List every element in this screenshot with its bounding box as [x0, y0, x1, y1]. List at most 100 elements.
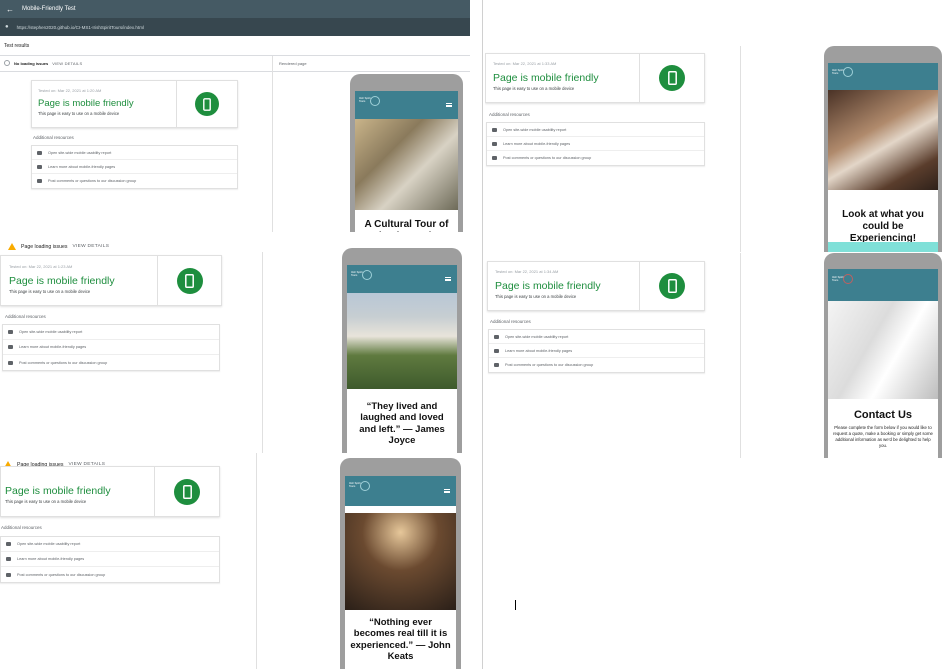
resources-list: Open site-wide mobile usability report L…	[488, 329, 705, 373]
site-navbar: Irish Spirit Tours	[355, 91, 458, 119]
rendered-screen: Irish Spirit Tours Look at what you coul…	[828, 63, 938, 252]
result-title: Page is mobile friendly	[495, 280, 601, 292]
result-card: Tested on: Mar 22, 2021 at 1:34 AM Page …	[487, 261, 705, 311]
additional-resources-heading: Additional resources	[489, 112, 530, 117]
result-title: Page is mobile friendly	[9, 275, 115, 287]
resource-learn-more[interactable]: Learn more about mobile-friendly pages	[489, 344, 704, 358]
resource-learn-more[interactable]: Learn more about mobile-friendly pages	[487, 137, 704, 151]
test-results-heading: Test results	[4, 43, 30, 49]
forum-icon	[37, 179, 42, 183]
text-cursor	[515, 600, 516, 610]
hero-photo	[345, 513, 456, 610]
resource-usability-report[interactable]: Open site-wide mobile usability report	[1, 537, 219, 552]
report-icon	[6, 542, 11, 546]
report-icon	[8, 330, 13, 334]
page-loading-issues-label: Page loading issues	[21, 243, 68, 250]
resources-list: Open site-wide mobile usability report L…	[486, 122, 705, 166]
back-arrow-icon[interactable]: ←	[6, 5, 14, 14]
school-icon	[6, 557, 11, 561]
additional-resources-heading: Additional resources	[490, 319, 531, 324]
rendered-phone-frame: Irish Spirit Tours Look at what you coul…	[824, 46, 942, 252]
rendered-screen: Irish Spirit Tours A Cultural Tour of Ir…	[355, 91, 458, 248]
forum-icon	[8, 360, 13, 365]
hero-heading: Contact Us	[853, 409, 913, 421]
result-panel-4: Tested on: Mar 22, 2021 at 1:33 AM Page …	[485, 46, 942, 252]
mobile-phone-icon	[659, 273, 685, 299]
check-circle-icon	[4, 60, 10, 66]
resource-usability-report[interactable]: Open site-wide mobile usability report	[32, 146, 237, 160]
result-card: Tested on: Mar 22, 2021 at 1:33 AM Page …	[485, 53, 705, 103]
school-icon	[494, 348, 499, 353]
page-loading-issues: Page loading issues VIEW DETAILS	[4, 241, 114, 252]
result-title: Page is mobile friendly	[38, 98, 134, 109]
tested-url: https://stephen2020.github.io/CI-MS1-Iri…	[16, 24, 144, 30]
resource-discussion-group[interactable]: Post comments or questions to our discus…	[3, 355, 219, 370]
teal-strip	[828, 242, 938, 252]
school-icon	[8, 345, 13, 349]
result-card: Tested on: Mar 22, 2021 at 1:20 AM Page …	[31, 80, 238, 128]
resource-learn-more[interactable]: Learn more about mobile-friendly pages	[3, 340, 219, 355]
resource-discussion-group[interactable]: Post comments or questions to our discus…	[489, 358, 704, 372]
additional-resources-heading: Additional resources	[33, 135, 74, 140]
hero-photo	[828, 90, 938, 190]
forum-icon	[6, 572, 11, 577]
resource-usability-report[interactable]: Open site-wide mobile usability report	[489, 330, 704, 344]
additional-resources-heading: Additional resources	[1, 525, 42, 530]
rendered-phone-frame: Irish Spirit Tours “They lived and laugh…	[342, 248, 462, 454]
result-card: Tested on: Mar 22, 2021 at 1:23 AM Page …	[0, 255, 222, 306]
warning-icon	[8, 243, 16, 250]
rendered-screen: Irish Spirit Tours Contact Us Please com…	[828, 269, 938, 458]
logo-emblem-icon	[843, 67, 853, 77]
result-card: Page is mobile friendly This page is eas…	[0, 466, 220, 517]
resource-discussion-group[interactable]: Post comments or questions to our discus…	[487, 151, 704, 165]
site-navbar: Irish Spirit Tours	[345, 476, 456, 506]
hero-photo	[355, 119, 458, 210]
resource-learn-more[interactable]: Learn more about mobile-friendly pages	[1, 552, 219, 567]
forum-icon	[492, 156, 497, 160]
contact-intro-text: Please complete the form below if you wo…	[833, 425, 933, 449]
menu-icon[interactable]	[446, 103, 452, 107]
resource-discussion-group[interactable]: Post comments or questions to our discus…	[1, 567, 219, 582]
resource-discussion-group[interactable]: Post comments or questions to our discus…	[32, 174, 237, 188]
report-icon	[494, 334, 499, 339]
additional-resources-heading: Additional resources	[5, 314, 46, 319]
resource-learn-more[interactable]: Learn more about mobile-friendly pages	[32, 160, 237, 174]
hero-heading: “Nothing ever becomes real till it is ex…	[350, 617, 451, 663]
result-panel-1: ← Mobile-Friendly Test ● https://stephen…	[0, 0, 470, 248]
mobile-phone-icon	[195, 92, 219, 116]
logo-emblem-icon	[370, 96, 380, 106]
logo-emblem-icon	[360, 481, 370, 491]
app-title: Mobile-Friendly Test	[22, 6, 76, 12]
resources-list: Open site-wide mobile usability report L…	[31, 145, 238, 189]
globe-icon: ●	[5, 24, 9, 30]
result-description: This page is easy to use on a mobile dev…	[493, 86, 575, 91]
resources-list: Open site-wide mobile usability report L…	[0, 536, 220, 583]
menu-icon[interactable]	[445, 277, 451, 281]
no-loading-issues-label: No loading issues	[14, 60, 49, 66]
result-description: This page is easy to use on a mobile dev…	[495, 294, 577, 299]
app-toolbar: ← Mobile-Friendly Test	[0, 0, 470, 18]
hero-heading: Look at what you could be Experiencing!	[842, 209, 924, 244]
view-details-link[interactable]: VIEW DETAILS	[72, 244, 109, 249]
result-panel-5: Tested on: Mar 22, 2021 at 1:34 AM Page …	[485, 253, 942, 458]
tested-timestamp: Tested on: Mar 22, 2021 at 1:34 AM	[495, 269, 559, 274]
report-icon	[492, 127, 497, 132]
mobile-phone-icon	[174, 478, 200, 505]
logo-emblem-icon	[362, 270, 372, 280]
resources-list: Open site-wide mobile usability report L…	[2, 324, 220, 371]
view-details-link[interactable]: VIEW DETAILS	[52, 61, 82, 66]
result-panel-3: Page loading issues VIEW DETAILS Page is…	[0, 453, 470, 669]
rendered-screen: Irish Spirit Tours “Nothing ever becomes…	[345, 476, 456, 669]
result-title: Page is mobile friendly	[493, 72, 599, 84]
school-icon	[37, 164, 42, 169]
tested-timestamp: Tested on: Mar 22, 2021 at 1:20 AM	[38, 88, 102, 93]
result-panel-2: Page loading issues VIEW DETAILS Tested …	[0, 232, 470, 454]
menu-icon[interactable]	[444, 489, 450, 493]
resource-usability-report[interactable]: Open site-wide mobile usability report	[487, 123, 704, 137]
rendered-phone-frame: Irish Spirit Tours Contact Us Please com…	[824, 253, 942, 458]
hero-photo	[347, 293, 457, 389]
resource-usability-report[interactable]: Open site-wide mobile usability report	[3, 325, 219, 340]
rendered-page-label: Rendered page	[279, 61, 307, 66]
hero-photo	[828, 301, 938, 399]
site-navbar: Irish Spirit Tours	[828, 63, 938, 90]
